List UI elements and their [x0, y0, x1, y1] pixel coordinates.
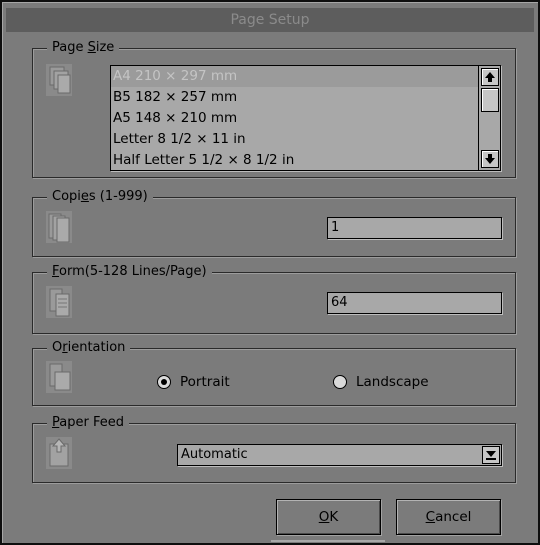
page-size-listbox[interactable]: A4 210 × 297 mm B5 182 × 257 mm A5 148 ×…	[110, 65, 501, 171]
landscape-radio[interactable]: Landscape	[333, 372, 429, 392]
landscape-label: Landscape	[356, 374, 429, 390]
orientation-group: Orientation Portrait Landscape	[32, 340, 516, 406]
paper-feed-select[interactable]: Automatic	[177, 444, 502, 466]
list-item[interactable]: B5 182 × 257 mm	[111, 87, 500, 108]
copies-input[interactable]: 1	[327, 217, 502, 239]
copies-icon	[46, 211, 72, 243]
form-legend: Form(5-128 Lines/Page)	[47, 264, 212, 280]
paper-feed-icon	[46, 437, 72, 469]
form-group: Form(5-128 Lines/Page) 64	[32, 264, 516, 334]
dropdown-button[interactable]	[482, 446, 500, 464]
orientation-legend: Orientation	[47, 340, 131, 356]
dialog-title: Page Setup	[6, 8, 534, 32]
portrait-radio[interactable]: Portrait	[157, 372, 230, 392]
copies-legend: Copies (1-999)	[47, 189, 153, 205]
copies-group: Copies (1-999) 1	[32, 189, 516, 257]
portrait-label: Portrait	[180, 374, 230, 390]
page-size-icon	[46, 64, 72, 96]
scroll-down-button[interactable]	[481, 150, 499, 168]
paper-feed-legend: Paper Feed	[47, 415, 129, 431]
page-size-scrollbar[interactable]	[478, 66, 500, 170]
page-size-legend: Page Size	[47, 40, 120, 56]
page-size-group: Page Size A4 210 × 297 mm B5 182 × 257 m…	[32, 40, 516, 178]
paper-feed-group: Paper Feed Automatic	[32, 415, 516, 483]
form-icon	[46, 286, 72, 318]
arrow-up-icon	[485, 72, 495, 82]
orientation-icon	[46, 361, 72, 393]
page-setup-dialog: Page Setup Page Size A4 210 × 297 mm B5 …	[0, 0, 540, 545]
cancel-button[interactable]: Cancel	[396, 499, 501, 535]
default-button-indicator	[271, 540, 385, 542]
scroll-thumb[interactable]	[481, 88, 499, 112]
radio-unselected-icon	[333, 375, 347, 389]
paper-feed-value: Automatic	[181, 447, 248, 462]
scroll-up-button[interactable]	[481, 68, 499, 86]
form-lines-input[interactable]: 64	[327, 292, 502, 314]
list-item[interactable]: Letter 8 1/2 × 11 in	[111, 129, 500, 150]
list-item[interactable]: A5 148 × 210 mm	[111, 108, 500, 129]
chevron-down-icon	[486, 451, 496, 460]
arrow-down-icon	[485, 154, 495, 164]
list-item[interactable]: A4 210 × 297 mm	[111, 66, 500, 87]
radio-selected-icon	[157, 375, 171, 389]
ok-button[interactable]: OK	[276, 499, 381, 535]
list-item[interactable]: Half Letter 5 1/2 × 8 1/2 in	[111, 150, 500, 170]
